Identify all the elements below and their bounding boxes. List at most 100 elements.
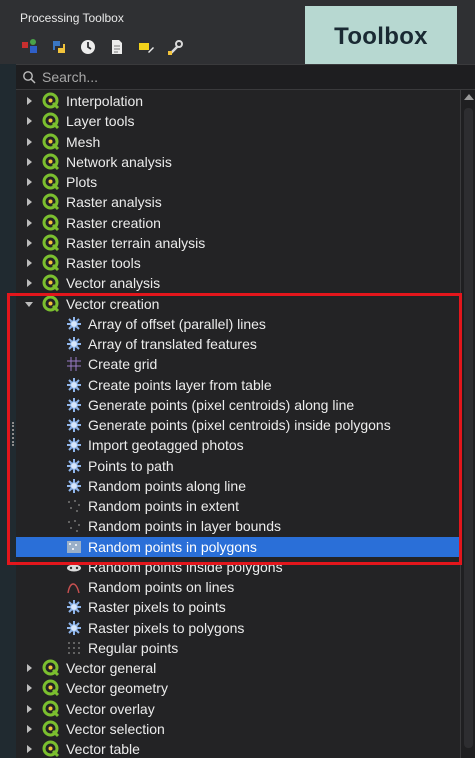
tree-item-label: Create grid [88,356,158,373]
chevron-right-icon[interactable] [22,97,36,105]
tree-group-vector-analysis[interactable]: Vector analysis [16,273,460,293]
qgis-provider-icon [42,295,60,313]
tree-item-label: Raster pixels to polygons [88,619,245,636]
chevron-right-icon[interactable] [22,218,36,227]
tree-group-label: Vector creation [66,295,160,312]
qgis-provider-icon [42,234,60,252]
qgis-provider-icon [42,193,60,211]
search-input[interactable] [40,68,424,86]
tree-item-create-points-layer-from-table[interactable]: Create points layer from table [16,375,460,395]
tree-item-random-points-in-polygons[interactable]: Random points in polygons [16,536,460,557]
qgis-provider-icon [42,133,60,151]
tree-group-label: Vector table [66,741,140,757]
chevron-right-icon[interactable] [22,198,36,207]
tree-item-generate-points-pixel-centroids-inside-polygons[interactable]: Generate points (pixel centroids) inside… [16,415,460,435]
tree-item-generate-points-pixel-centroids-along-line[interactable]: Generate points (pixel centroids) along … [16,395,460,415]
tree-item-array-of-offset-parallel-lines[interactable]: Array of offset (parallel) lines [16,314,460,334]
scroll-up-arrow-icon[interactable] [464,94,474,100]
algorithm-icon [66,377,82,393]
tree-group-interpolation[interactable]: Interpolation [16,91,460,111]
qgis-provider-icon [42,112,60,130]
algorithm-icon [66,579,82,595]
tree-item-raster-pixels-to-polygons[interactable]: Raster pixels to polygons [16,618,460,638]
algorithm-icon [66,640,82,656]
tree-group-raster-tools[interactable]: Raster tools [16,253,460,273]
tree-group-label: Raster tools [66,255,141,271]
chevron-right-icon[interactable] [22,745,36,753]
qgis-provider-icon [42,659,60,677]
tree-group-label: Raster analysis [66,194,162,211]
chevron-right-icon[interactable] [22,178,36,186]
tree-item-label: Random points in layer bounds [88,518,282,535]
scroll-thumb[interactable] [464,108,473,748]
tree-item-random-points-in-extent[interactable]: Random points in extent [16,496,460,516]
tree-group-label: Raster creation [66,214,161,231]
tree-item-label: Points to path [88,457,174,474]
chevron-right-icon[interactable] [22,259,36,267]
tree-group-network-analysis[interactable]: Network analysis [16,152,460,172]
tree-group-raster-creation[interactable]: Raster creation [16,213,460,233]
algorithm-icon [66,458,82,474]
tree-group-raster-analysis[interactable]: Raster analysis [16,192,460,212]
python-scripts-icon[interactable] [49,37,69,57]
algorithm-icon [66,316,82,332]
qgis-provider-icon [42,153,60,171]
qgis-provider-icon [42,173,60,191]
tree-group-label: Interpolation [66,93,144,109]
tree-group-vector-selection[interactable]: Vector selection [16,719,460,739]
chevron-right-icon[interactable] [22,157,36,166]
tree-item-import-geotagged-photos[interactable]: Import geotagged photos [16,435,460,455]
tree-item-random-points-in-layer-bounds[interactable]: Random points in layer bounds [16,516,460,536]
chevron-right-icon[interactable] [22,704,36,713]
chevron-right-icon[interactable] [22,684,36,693]
tree-group-vector-overlay[interactable]: Vector overlay [16,699,460,719]
options-wrench-icon[interactable] [165,37,185,57]
tree-group-layer-tools[interactable]: Layer tools [16,111,460,131]
algorithm-icon [66,518,82,534]
chevron-right-icon[interactable] [22,664,36,672]
history-icon[interactable] [78,37,98,57]
chevron-right-icon[interactable] [22,117,36,126]
tree-item-array-of-translated-features[interactable]: Array of translated features [16,334,460,354]
chevron-right-icon[interactable] [22,724,36,733]
tree-item-random-points-inside-polygons[interactable]: Random points inside polygons [16,557,460,577]
vertical-scrollbar[interactable] [460,90,475,758]
tree-group-mesh[interactable]: Mesh [16,132,460,152]
chevron-right-icon[interactable] [22,238,36,247]
tree-item-raster-pixels-to-points[interactable]: Raster pixels to points [16,597,460,617]
tree-group-raster-terrain-analysis[interactable]: Raster terrain analysis [16,233,460,253]
algorithm-icon [66,437,82,453]
tree-group-label: Network analysis [66,153,172,170]
tree-group-label: Layer tools [66,113,135,130]
models-icon[interactable] [20,37,40,57]
tree-item-regular-points[interactable]: Regular points [16,638,460,658]
tree-group-label: Vector geometry [66,680,168,697]
tree-item-create-grid[interactable]: Create grid [16,354,460,374]
algorithm-icon [66,620,82,636]
tree-group-vector-geometry[interactable]: Vector geometry [16,678,460,698]
tree-group-vector-general[interactable]: Vector general [16,658,460,678]
tree-group-label: Vector analysis [66,275,161,292]
chevron-right-icon[interactable] [22,137,36,146]
tree-group-vector-creation[interactable]: Vector creation [16,294,460,314]
tree-group-label: Mesh [66,133,101,150]
chevron-down-icon[interactable] [22,300,36,308]
tree-item-random-points-on-lines[interactable]: Random points on lines [16,577,460,597]
left-edge-strip [0,64,16,758]
tree-item-label: Array of offset (parallel) lines [88,315,266,332]
edit-features-icon[interactable] [136,37,156,57]
tree-group-label: Raster terrain analysis [66,234,206,251]
tree-item-label: Random points along line [88,477,246,494]
tree-group-vector-table[interactable]: Vector table [16,739,460,758]
tree-group-label: Plots [66,174,98,190]
algorithm-icon [66,336,82,352]
tree-group-plots[interactable]: Plots [16,172,460,192]
tree-item-random-points-along-line[interactable]: Random points along line [16,476,460,496]
search-bar [16,64,475,90]
tree-item-points-to-path[interactable]: Points to path [16,456,460,476]
results-viewer-icon[interactable] [107,37,127,57]
toolbar [20,36,185,58]
qgis-provider-icon [42,679,60,697]
chevron-right-icon[interactable] [22,279,36,288]
tree-item-label: Random points in polygons [88,538,257,555]
